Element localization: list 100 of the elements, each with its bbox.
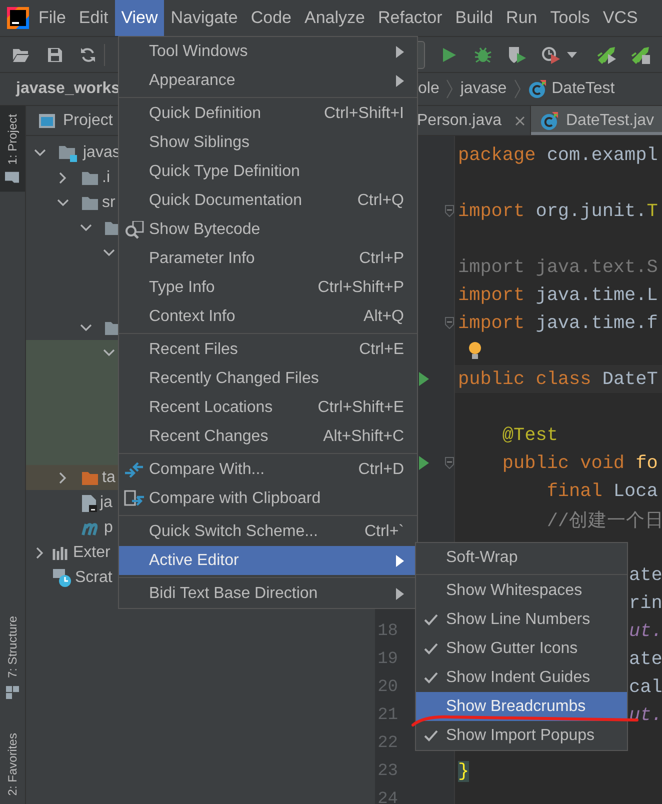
- lightbulb-icon[interactable]: [468, 342, 482, 360]
- menu-item[interactable]: Active Editor: [119, 546, 417, 575]
- profiler-icon[interactable]: [541, 46, 561, 64]
- menu-item[interactable]: Compare with Clipboard: [119, 484, 417, 513]
- menu-item[interactable]: Show Line Numbers: [416, 605, 627, 634]
- menu-item[interactable]: Show Breadcrumbs: [416, 692, 627, 721]
- code-line: ate: [629, 564, 662, 586]
- coverage-icon[interactable]: [507, 46, 527, 64]
- menu-item[interactable]: Edit: [72, 0, 115, 36]
- folder-open-icon[interactable]: [12, 46, 30, 62]
- menu-item[interactable]: Recent Changes Alt+Shift+C: [119, 422, 417, 451]
- menu-item[interactable]: File: [32, 0, 72, 36]
- rocket-build-icon[interactable]: [629, 44, 651, 64]
- menu-item[interactable]: Soft-Wrap: [416, 543, 627, 572]
- shortcut-text: Ctrl+Shift+E: [318, 398, 404, 416]
- breadcrumb-separator-icon: [446, 79, 454, 99]
- breadcrumb-item[interactable]: javase_works: [16, 80, 120, 97]
- scratch-icon: [52, 568, 72, 588]
- tree-item[interactable]: ta: [102, 468, 116, 486]
- debug-icon[interactable]: [474, 46, 492, 64]
- tool-window-tab[interactable]: 7: Structure: [0, 608, 25, 708]
- code-line: public class DateT: [458, 368, 658, 390]
- code-line: final Loca: [546, 480, 658, 502]
- chevron-down-icon[interactable]: [80, 322, 92, 332]
- tree-item[interactable]: Exter: [73, 544, 110, 562]
- breadcrumb-separator-icon: [514, 79, 521, 99]
- menu-item[interactable]: Type Info Ctrl+Shift+P: [119, 273, 417, 302]
- menu-item[interactable]: Parameter Info Ctrl+P: [119, 244, 417, 273]
- menu-item[interactable]: Tools: [544, 0, 596, 36]
- menu-item[interactable]: Build: [448, 0, 500, 36]
- code-line: ate: [629, 648, 662, 670]
- chevron-right-icon[interactable]: [58, 472, 68, 484]
- close-icon[interactable]: [514, 116, 524, 126]
- code-line: package com.exampl: [458, 144, 658, 166]
- code-line: cal: [629, 676, 662, 698]
- fold-marker-icon[interactable]: [445, 205, 454, 217]
- tree-item[interactable]: ja: [100, 494, 112, 512]
- tool-window-tab[interactable]: 2: Favorites: [0, 725, 25, 804]
- dropdown-caret-icon[interactable]: [567, 52, 577, 58]
- shortcut-text: Ctrl+Q: [357, 192, 404, 210]
- class-icon: [540, 112, 558, 130]
- tree-item[interactable]: .i: [102, 168, 110, 186]
- menu-item[interactable]: Refactor: [371, 0, 449, 36]
- code-line: ut.: [629, 620, 662, 642]
- window-icon: [38, 112, 56, 128]
- bytecode-icon: [124, 220, 144, 238]
- chevron-down-icon[interactable]: [103, 248, 115, 258]
- menu-item[interactable]: Quick Documentation Ctrl+Q: [119, 186, 417, 215]
- chevron-down-icon[interactable]: [80, 222, 92, 232]
- menu-item[interactable]: Show Indent Guides: [416, 663, 627, 692]
- chevron-right-icon[interactable]: [58, 172, 68, 184]
- shortcut-text: Ctrl+Shift+P: [318, 278, 404, 296]
- breadcrumb-item[interactable]: ole: [418, 80, 440, 98]
- menu-item[interactable]: VCS: [596, 0, 644, 36]
- code-line: import java.text.S: [458, 256, 658, 278]
- shortcut-text: Ctrl+E: [359, 340, 404, 358]
- menu-item[interactable]: Recently Changed Files: [119, 364, 417, 393]
- menu-item[interactable]: Analyze: [298, 0, 372, 36]
- tree-item[interactable]: Scrat: [75, 568, 112, 586]
- rocket-run-icon[interactable]: [595, 44, 617, 64]
- editor-tab[interactable]: DateTest.jav: [531, 106, 662, 135]
- chevron-down-icon[interactable]: [34, 148, 46, 158]
- class-icon: [528, 80, 546, 98]
- chevron-down-icon[interactable]: [103, 348, 115, 358]
- menu-item[interactable]: Compare With... Ctrl+D: [119, 455, 417, 484]
- menu-item[interactable]: Tool Windows: [119, 37, 417, 66]
- code-line: import java.time.L: [458, 284, 658, 306]
- menu-item[interactable]: Bidi Text Base Direction: [119, 579, 417, 608]
- menu-item[interactable]: Run: [500, 0, 544, 36]
- fold-marker-icon[interactable]: [445, 457, 454, 469]
- run-icon[interactable]: [441, 46, 457, 62]
- menu-item[interactable]: View: [114, 0, 164, 36]
- menu-item[interactable]: Show Import Popups: [416, 721, 627, 750]
- menu-item[interactable]: Code: [244, 0, 298, 36]
- file-icon: [81, 494, 97, 512]
- menu-item[interactable]: Quick Switch Scheme... Ctrl+`: [119, 517, 417, 546]
- menu-item[interactable]: Show Gutter Icons: [416, 634, 627, 663]
- menu-item[interactable]: Show Whitespaces: [416, 576, 627, 605]
- chevron-right-icon[interactable]: [35, 546, 45, 558]
- submenu-arrow-icon: [396, 74, 404, 86]
- menu-item[interactable]: Context Info Alt+Q: [119, 302, 417, 331]
- tool-window-tab[interactable]: 1: Project: [0, 106, 25, 192]
- tree-item[interactable]: sr: [102, 194, 116, 212]
- compare-icon: [124, 460, 144, 478]
- breadcrumb-item[interactable]: javase: [460, 80, 507, 98]
- menu-item[interactable]: Navigate: [164, 0, 244, 36]
- shortcut-text: Alt+Q: [364, 308, 404, 326]
- save-icon[interactable]: [47, 46, 63, 62]
- chevron-down-icon[interactable]: [57, 198, 69, 208]
- menu-item[interactable]: Quick Type Definition: [119, 157, 417, 186]
- tree-item[interactable]: p: [104, 518, 113, 536]
- menu-item[interactable]: Show Bytecode: [119, 215, 417, 244]
- menu-item[interactable]: Recent Files Ctrl+E: [119, 335, 417, 364]
- submenu-arrow-icon: [396, 588, 404, 600]
- shortcut-text: Ctrl+D: [358, 460, 404, 478]
- fold-marker-icon[interactable]: [445, 317, 454, 329]
- sync-icon[interactable]: [80, 46, 96, 62]
- breadcrumb-item[interactable]: DateTest: [528, 80, 615, 98]
- menu-item[interactable]: Appearance: [119, 66, 417, 95]
- menu-item[interactable]: Recent Locations Ctrl+Shift+E: [119, 393, 417, 422]
